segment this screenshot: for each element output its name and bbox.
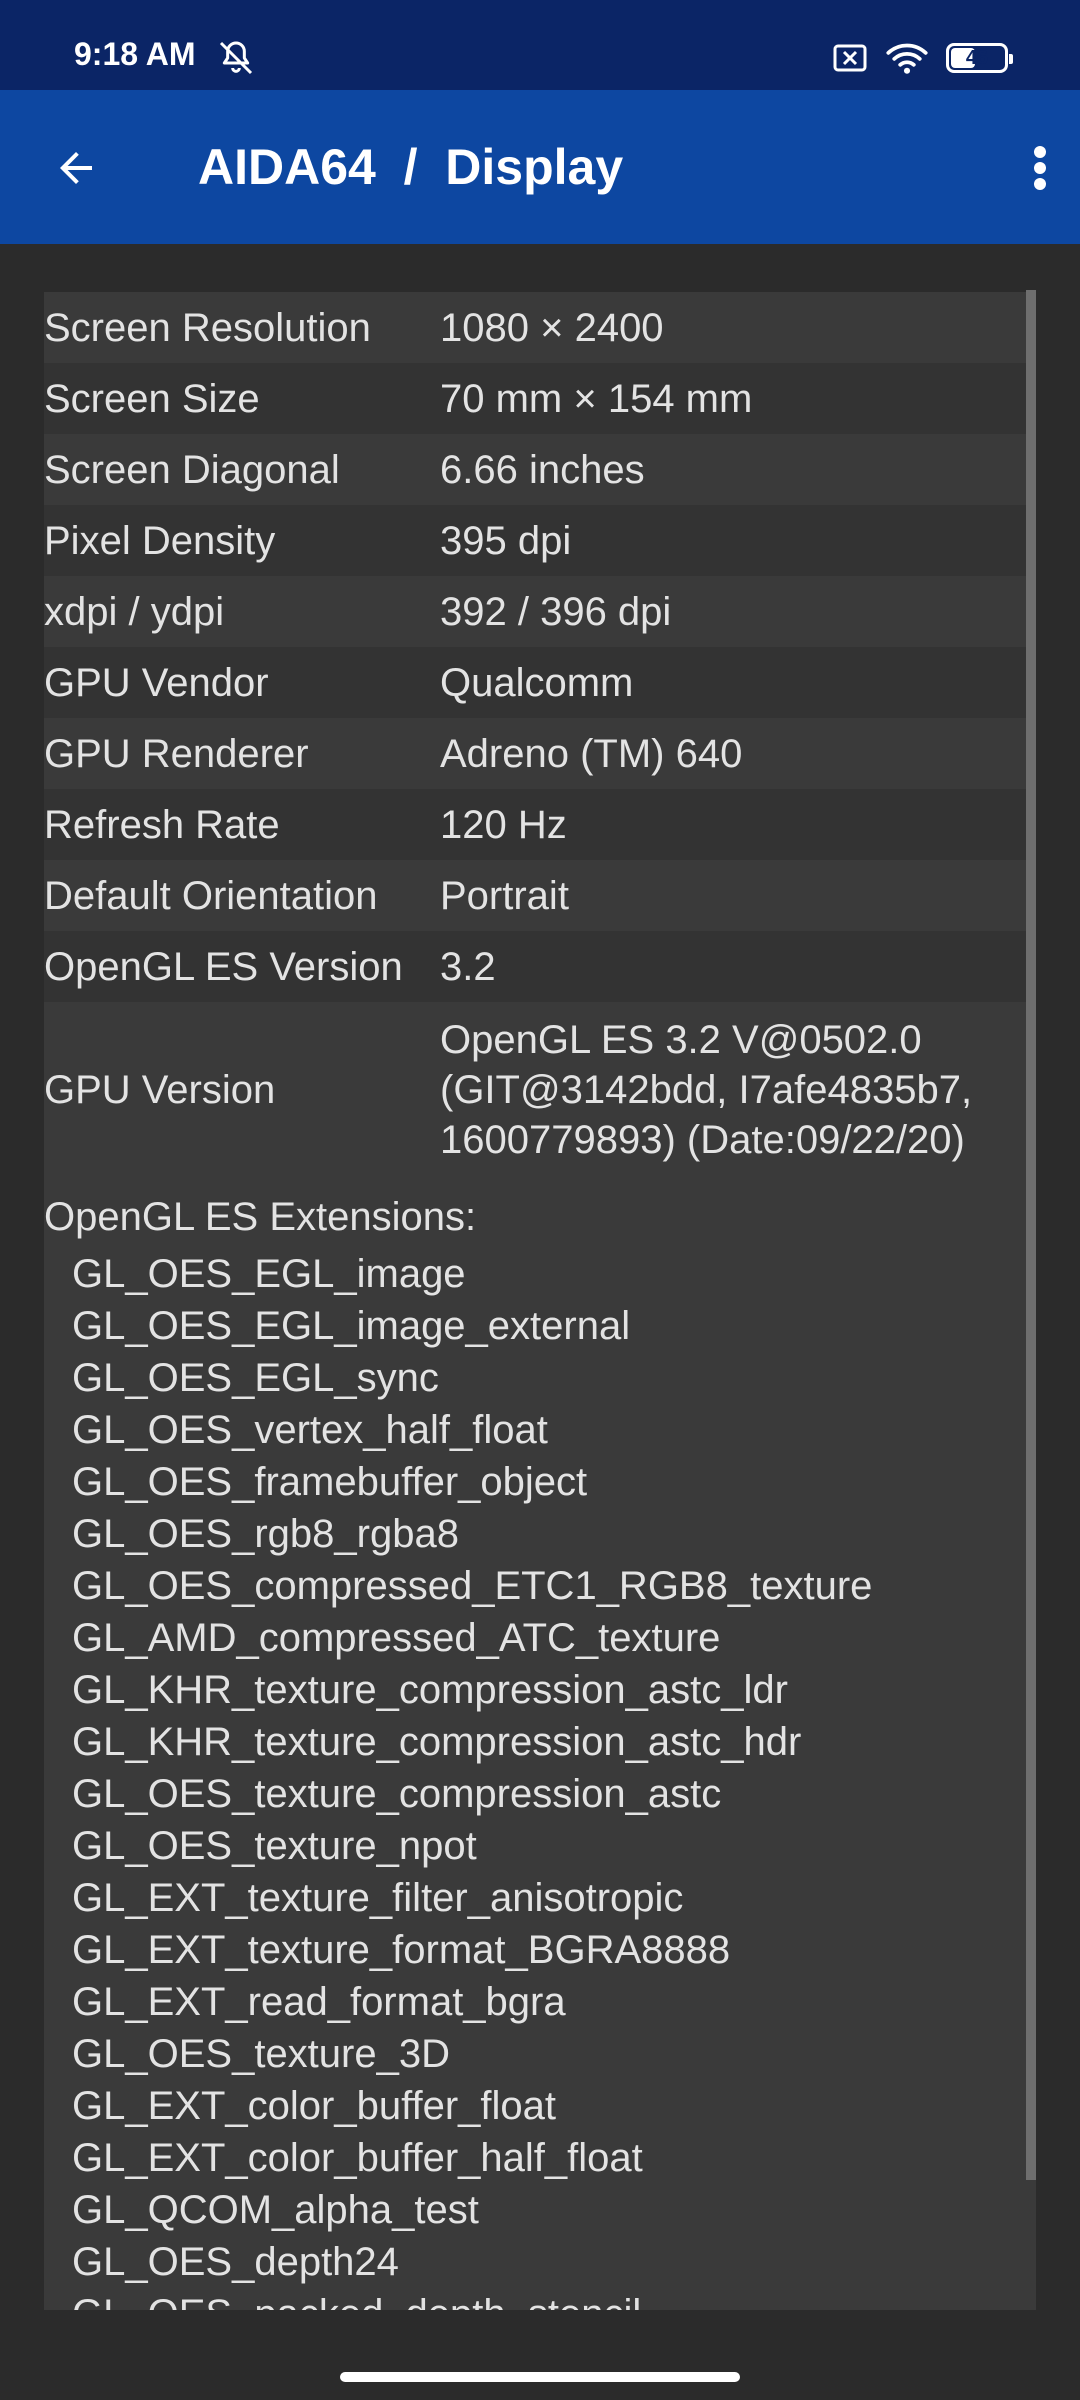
scrollbar[interactable] — [1026, 290, 1036, 2180]
extension-item: GL_OES_texture_compression_astc — [72, 1772, 722, 1816]
no-sim-icon — [832, 43, 868, 73]
extension-item: GL_OES_depth24 — [72, 2240, 399, 2284]
row-value: 395 dpi — [440, 518, 572, 563]
info-row: Screen Size 70 mm × 154 mm — [44, 363, 1036, 434]
row-label: Default Orientation — [44, 873, 378, 918]
extension-item: GL_EXT_color_buffer_float — [72, 2084, 557, 2128]
status-bar: 9:18 AM 46 — [0, 0, 1080, 90]
extension-item: GL_EXT_texture_format_BGRA8888 — [72, 1928, 731, 1972]
wifi-icon — [886, 41, 928, 75]
row-value: 392 / 396 dpi — [440, 589, 672, 634]
extension-item: GL_KHR_texture_compression_astc_ldr — [72, 1668, 788, 1712]
gpu-version-line: 1600779893) (Date:09/22/20) — [440, 1118, 965, 1162]
row-value: 3.2 — [440, 944, 496, 989]
page-title: AIDA64 / Display — [198, 139, 624, 195]
info-row: GPU Vendor Qualcomm — [44, 647, 1036, 718]
extension-item: GL_OES_texture_3D — [72, 2032, 450, 2076]
info-row: Pixel Density 395 dpi — [44, 505, 1036, 576]
extensions-title: OpenGL ES Extensions: — [44, 1195, 477, 1239]
extension-item: GL_OES_compressed_ETC1_RGB8_texture — [72, 1564, 873, 1608]
gpu-version-line: OpenGL ES 3.2 V@0502.0 — [440, 1018, 922, 1062]
back-button[interactable] — [36, 128, 116, 208]
row-value: Portrait — [440, 873, 569, 918]
row-value: 6.66 inches — [440, 447, 645, 492]
display-info-list[interactable]: Screen Resolution 1080 × 2400 Screen Size 7… — [44, 292, 1036, 2310]
extension-item: GL_AMD_compressed_ATC_texture — [72, 1616, 721, 1660]
extension-item: GL_EXT_texture_filter_anisotropic — [72, 1876, 684, 1920]
battery-level: 46 — [965, 47, 989, 69]
info-row: Screen Diagonal 6.66 inches — [44, 434, 1036, 505]
extension-item: GL_OES_EGL_image — [72, 1252, 466, 1296]
row-value: OpenGL ES 3.2 V@0502.0 (GIT@3142bdd, I7a… — [440, 1015, 1036, 1165]
overflow-menu-icon — [1034, 146, 1046, 190]
row-label: Screen Size — [44, 376, 260, 421]
extension-item: GL_OES_EGL_sync — [72, 1356, 439, 1400]
mute-icon — [216, 38, 256, 78]
row-label: Pixel Density — [44, 518, 276, 563]
extension-item: GL_KHR_texture_compression_astc_hdr — [72, 1720, 802, 1764]
row-label: GPU Version — [44, 1068, 276, 1112]
extension-item: GL_OES_vertex_half_float — [72, 1408, 548, 1452]
back-arrow-icon — [60, 152, 92, 184]
extension-item: GL_OES_rgb8_rgba8 — [72, 1512, 459, 1556]
home-indicator[interactable] — [340, 2372, 740, 2382]
info-row: Refresh Rate 120 Hz — [44, 789, 1036, 860]
info-row: Default Orientation Portrait — [44, 860, 1036, 931]
extension-item: GL_OES_framebuffer_object — [72, 1460, 588, 1504]
extensions-list: GL_OES_EGL_image GL_OES_EGL_image_externa… — [44, 1242, 1036, 2310]
info-row-gpu-version: GPU Version OpenGL ES 3.2 V@0502.0 (GIT@… — [44, 1002, 1036, 1178]
row-value: 1080 × 2400 — [440, 305, 664, 350]
extension-item: GL_OES_texture_npot — [72, 1824, 477, 1868]
row-label: Refresh Rate — [44, 802, 280, 847]
row-value: Adreno (TM) 640 — [440, 731, 743, 776]
row-value: Qualcomm — [440, 660, 634, 705]
extension-item: GL_EXT_read_format_bgra — [72, 1980, 566, 2024]
row-label: Screen Resolution — [44, 305, 371, 350]
extension-item: GL_OES_EGL_image_external — [72, 1304, 631, 1348]
info-row: GPU Renderer Adreno (TM) 640 — [44, 718, 1036, 789]
app-bar: AIDA64 / Display — [0, 90, 1080, 244]
info-rows: Screen Resolution 1080 × 2400 Screen Size 7… — [44, 292, 1036, 1002]
row-label: GPU Renderer — [44, 731, 309, 776]
row-label: Screen Diagonal — [44, 447, 340, 492]
battery-icon: 46 — [946, 43, 1013, 73]
gpu-version-line: (GIT@3142bdd, I7afe4835b7, — [440, 1068, 973, 1112]
info-row: Screen Resolution 1080 × 2400 — [44, 292, 1036, 363]
extension-item: GL_QCOM_alpha_test — [72, 2188, 479, 2232]
extension-item: GL_EXT_color_buffer_half_float — [72, 2136, 643, 2180]
row-label: GPU Vendor — [44, 660, 269, 705]
row-label: xdpi / ydpi — [44, 589, 225, 634]
extensions-section: OpenGL ES Extensions: GL_OES_EGL_image GL… — [44, 1178, 1036, 2310]
status-icons: 46 — [832, 38, 1013, 78]
scrollbar-thumb[interactable] — [1026, 290, 1036, 2180]
status-time: 9:18 AM — [74, 36, 196, 72]
info-row: OpenGL ES Version 3.2 — [44, 931, 1036, 1002]
extension-item: GL_OES_packed_depth_stencil — [72, 2288, 1036, 2310]
row-value: 120 Hz — [440, 802, 567, 847]
overflow-menu-button[interactable] — [1010, 128, 1070, 208]
row-value: 70 mm × 154 mm — [440, 376, 753, 421]
info-row: xdpi / ydpi 392 / 396 dpi — [44, 576, 1036, 647]
row-label: OpenGL ES Version — [44, 944, 403, 989]
